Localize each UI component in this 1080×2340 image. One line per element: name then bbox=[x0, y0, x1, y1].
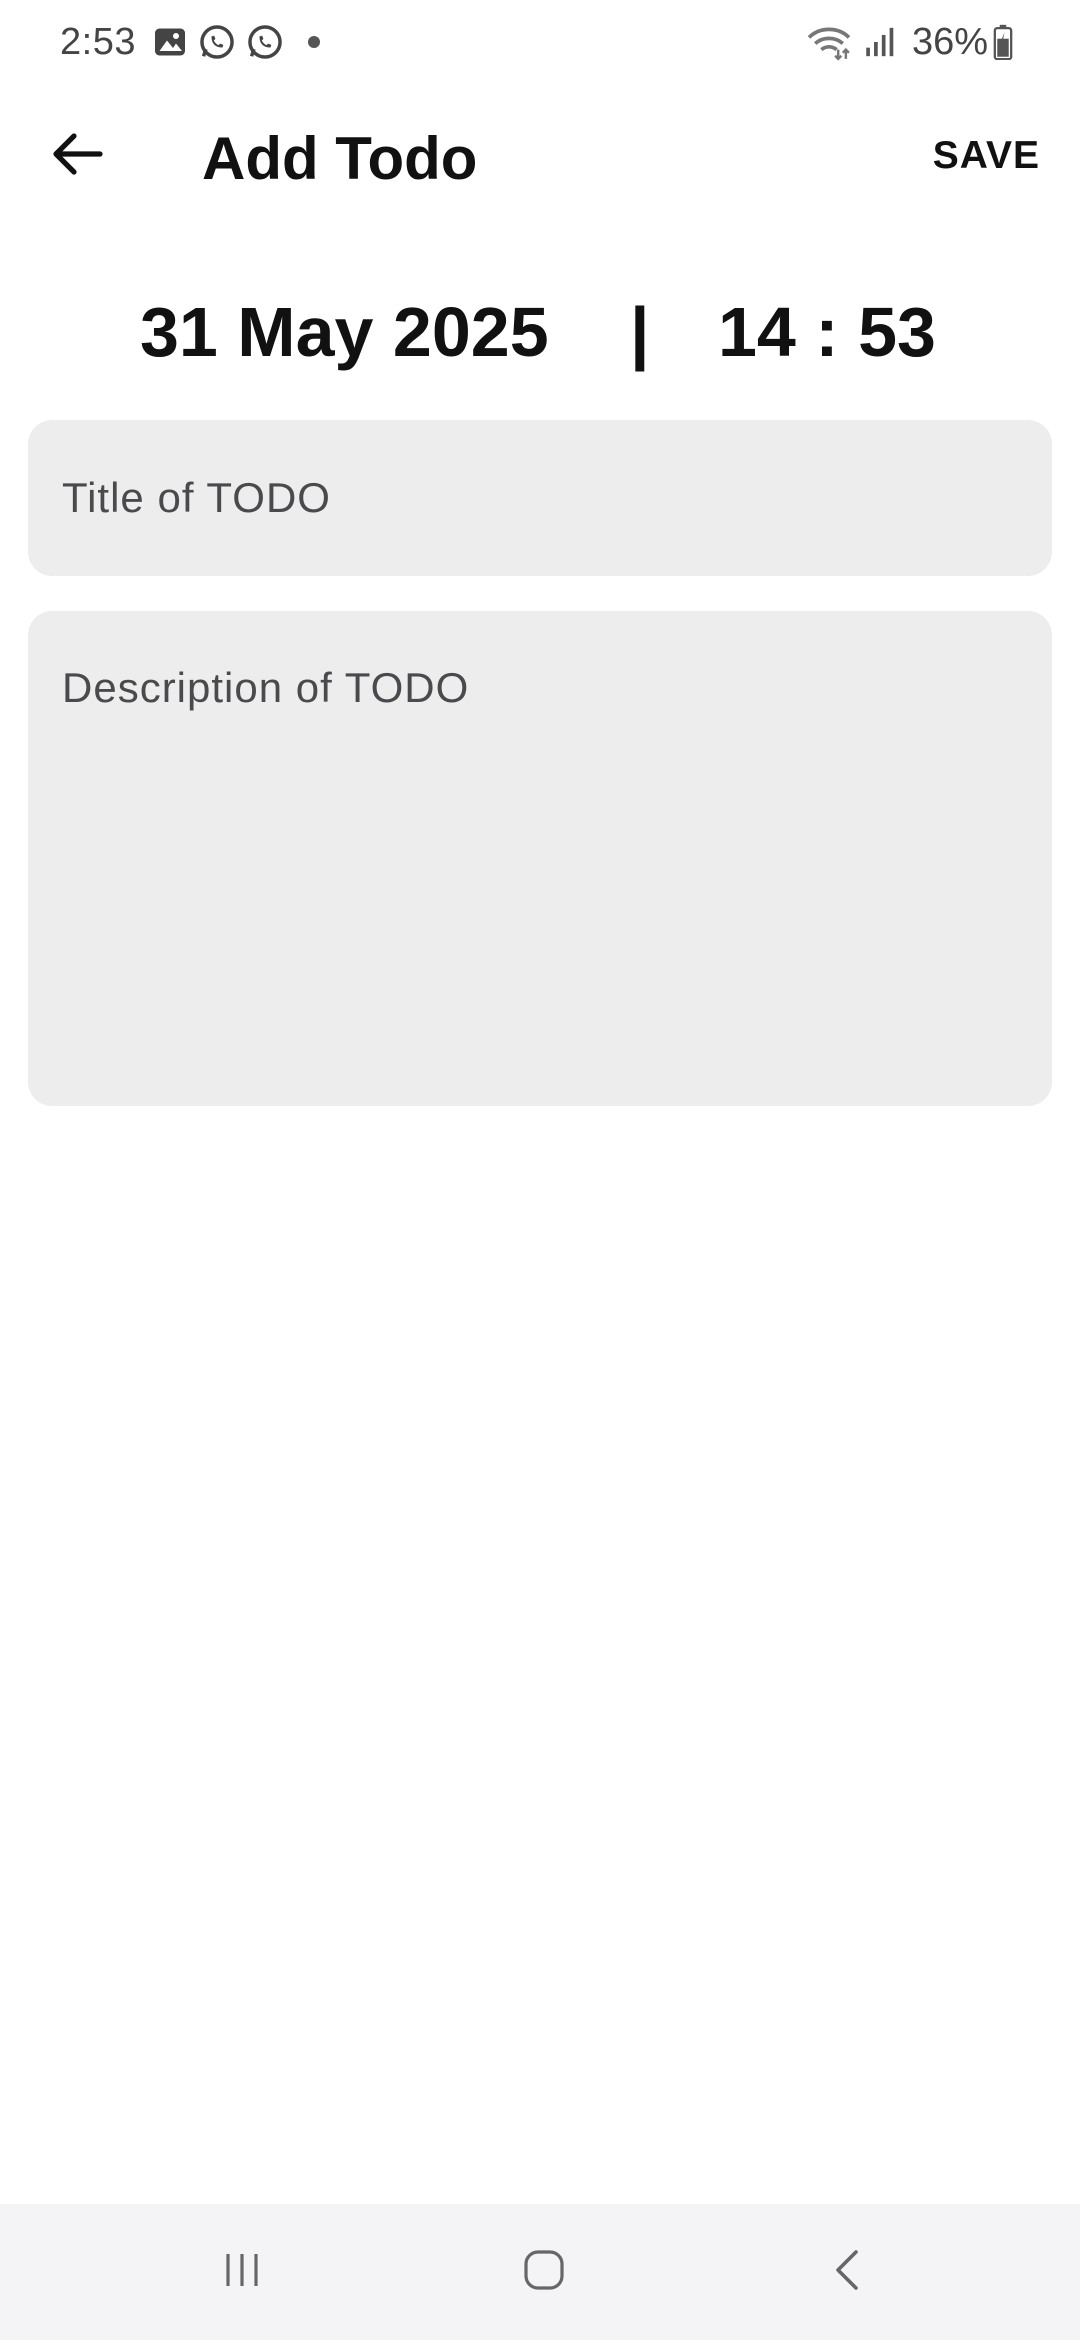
battery-percent: 36% bbox=[911, 20, 988, 63]
title-input[interactable] bbox=[28, 420, 1052, 576]
datetime-row: 31 May 2025 | 14 : 53 bbox=[0, 292, 1080, 388]
page-title: Add Todo bbox=[202, 125, 478, 192]
recents-button[interactable] bbox=[172, 2224, 312, 2320]
status-left: 2:53 bbox=[60, 21, 320, 64]
image-icon bbox=[152, 24, 188, 60]
status-right: 36% bbox=[806, 21, 1024, 64]
time-picker[interactable]: 14 : 53 bbox=[718, 292, 936, 372]
save-button[interactable]: SAVE bbox=[933, 126, 1040, 186]
back-icon bbox=[824, 2246, 872, 2299]
dot-icon bbox=[307, 36, 320, 48]
date-picker[interactable]: 31 May 2025 bbox=[140, 292, 549, 372]
add-todo-screen: 2:53 36% Add Todo SAVE 31 May 2025 | 14 … bbox=[0, 0, 1080, 2340]
wifi-icon bbox=[806, 23, 852, 61]
whatsapp-icon bbox=[246, 23, 284, 61]
home-icon bbox=[520, 2246, 568, 2299]
back-button[interactable] bbox=[38, 120, 118, 192]
status-bar: 2:53 36% bbox=[0, 0, 1080, 84]
app-bar: Add Todo SAVE bbox=[0, 100, 1080, 212]
nav-back-button[interactable] bbox=[778, 2224, 918, 2320]
whatsapp-icon bbox=[198, 23, 236, 61]
signal-icon bbox=[862, 25, 896, 59]
arrow-left-icon bbox=[52, 132, 104, 181]
status-time: 2:53 bbox=[60, 20, 136, 63]
home-button[interactable] bbox=[474, 2224, 614, 2320]
recents-icon bbox=[218, 2246, 266, 2299]
datetime-separator: | bbox=[630, 293, 650, 371]
description-input[interactable] bbox=[28, 611, 1052, 1106]
system-nav-bar bbox=[0, 2204, 1080, 2340]
battery-icon bbox=[992, 24, 1014, 60]
